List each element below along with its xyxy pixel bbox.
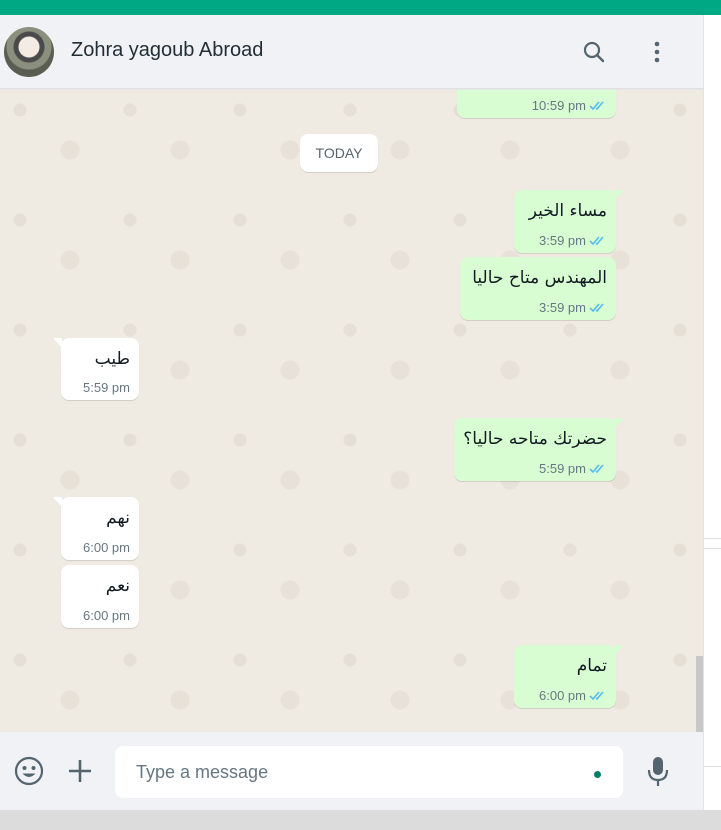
message-meta: 6:00 pm [83, 540, 130, 555]
message-time: 6:00 pm [83, 540, 130, 555]
read-ticks-icon [589, 464, 604, 474]
message-bubble-outgoing[interactable]: مساء الخير 3:59 pm [514, 190, 624, 253]
message-time: 3:59 pm [539, 233, 586, 248]
message-meta: 5:59 pm [83, 380, 130, 395]
message-time: 6:00 pm [539, 688, 586, 703]
message-bubble-incoming[interactable]: نعم 6:00 pm [61, 565, 139, 628]
message-text: المهندس متاح حاليا [472, 268, 607, 288]
message-list[interactable]: 10:59 pm TODAY مساء الخير 3:59 pm المهند… [0, 90, 703, 732]
message-bubble-incoming[interactable]: نهم 6:00 pm [53, 497, 139, 560]
message-bubble-outgoing[interactable]: تمام 6:00 pm [514, 645, 624, 708]
message-meta: 10:59 pm [532, 98, 607, 113]
read-ticks-icon [589, 236, 604, 246]
read-ticks-icon [589, 691, 604, 701]
mic-icon[interactable] [641, 754, 675, 788]
message-text: نعم [105, 576, 130, 596]
message-composer [115, 746, 623, 798]
message-meta: 6:00 pm [83, 608, 130, 623]
right-panel-edge [703, 15, 721, 830]
read-ticks-icon [589, 303, 604, 313]
read-ticks-icon [589, 101, 604, 111]
message-bubble-outgoing[interactable]: المهندس متاح حاليا 3:59 pm [460, 257, 616, 320]
panel-divider [703, 548, 721, 549]
message-time: 5:59 pm [539, 461, 586, 476]
message-time: 10:59 pm [531, 98, 586, 113]
message-meta: 5:59 pm [539, 461, 607, 476]
message-time: 5:59 pm [83, 380, 130, 395]
day-separator: TODAY [300, 134, 378, 172]
more-vert-icon[interactable] [642, 37, 672, 67]
message-text: مساء الخير [528, 201, 607, 221]
message-text: تمام [576, 656, 607, 676]
window-bottom-bar [0, 810, 721, 830]
message-text: حضرتك متاحه حاليا؟ [463, 429, 607, 449]
app-top-strip [0, 0, 721, 15]
chat-header: Zohra yagoub Abroad [0, 15, 703, 89]
message-text: طيب [94, 349, 130, 369]
status-dot [594, 771, 601, 778]
message-text: نهم [106, 508, 130, 528]
compose-bar [0, 732, 703, 810]
contact-avatar[interactable] [4, 27, 54, 77]
message-bubble-incoming[interactable]: طيب 5:59 pm [53, 338, 139, 400]
message-meta: 6:00 pm [539, 688, 607, 703]
chat-scrollbar[interactable] [696, 656, 703, 732]
message-time: 3:59 pm [539, 300, 586, 315]
contact-name[interactable]: Zohra yagoub Abroad [71, 39, 263, 62]
panel-divider [703, 766, 721, 767]
plus-icon[interactable] [63, 754, 97, 788]
message-time: 6:00 pm [83, 608, 130, 623]
search-icon[interactable] [579, 37, 609, 67]
message-meta: 3:59 pm [539, 233, 607, 248]
message-bubble-outgoing[interactable]: حضرتك متاحه حاليا؟ 5:59 pm [454, 418, 624, 481]
panel-divider [703, 538, 721, 539]
emoji-icon[interactable] [12, 754, 46, 788]
message-meta: 3:59 pm [539, 300, 607, 315]
message-bubble-outgoing[interactable]: 10:59 pm [457, 90, 616, 118]
message-input[interactable] [115, 746, 575, 798]
